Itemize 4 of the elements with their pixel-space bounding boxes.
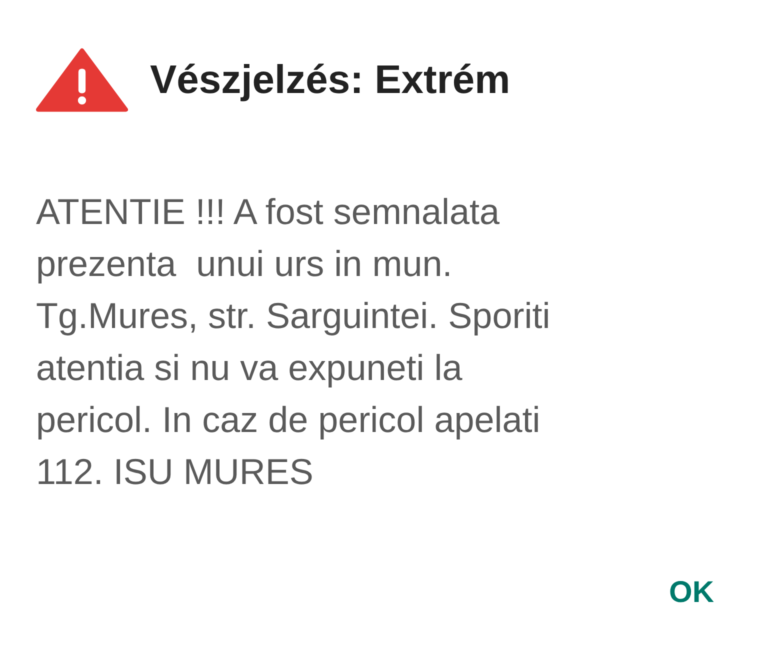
alert-message: ATENTIE !!! A fost semnalata prezenta unui urs in mun. Tg.Mures, str. Sarguintei. Sporiti atentia si nu va expuneti la pericol. In caz de pericol apelati 112. ISU MURES: [36, 190, 552, 494]
warning-icon: [36, 48, 128, 112]
dialog-title: Vészjelzés: Extrém: [150, 58, 510, 102]
ok-button[interactable]: OK: [663, 572, 720, 614]
